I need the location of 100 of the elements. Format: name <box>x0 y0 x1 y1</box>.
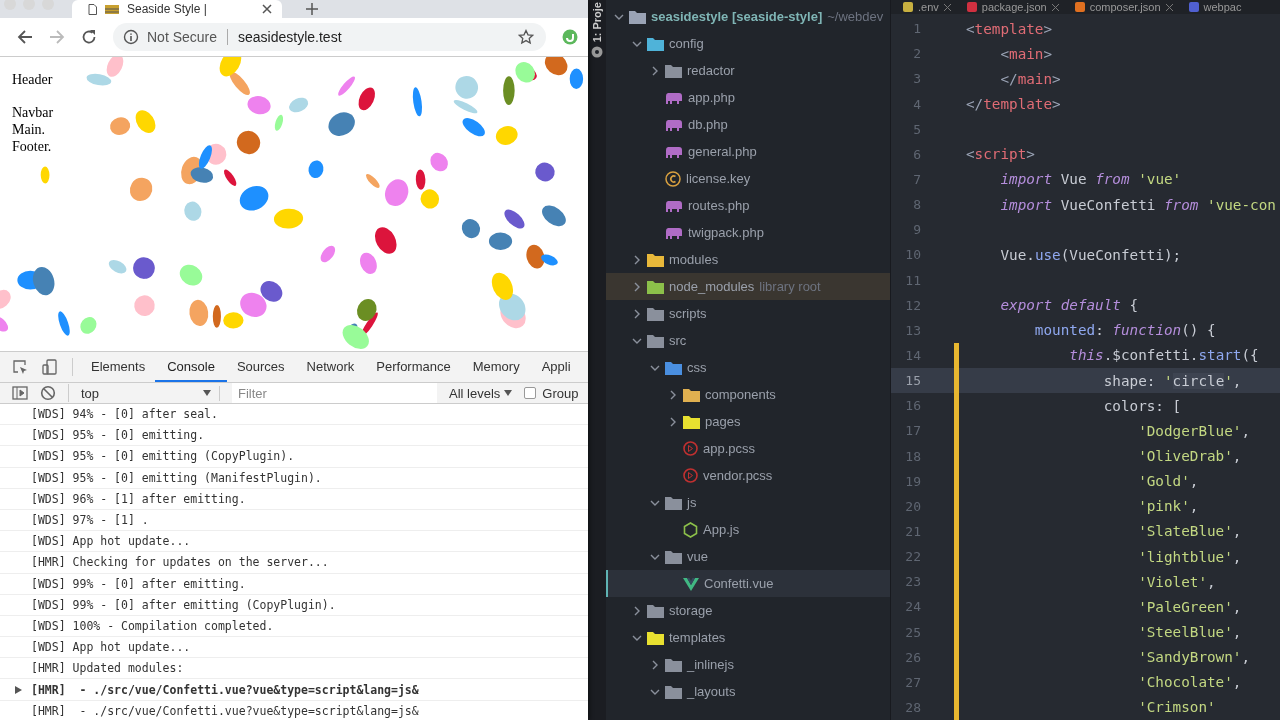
chevron-icon[interactable] <box>668 389 678 400</box>
console-message: [WDS] 97% - [1] . <box>31 513 149 528</box>
project-tool-tab[interactable]: 1: Proje <box>591 2 603 43</box>
reload-icon[interactable] <box>81 29 97 45</box>
group-checkbox[interactable] <box>524 387 537 399</box>
tree-item[interactable]: _inlinejs <box>606 651 890 678</box>
line-number: 26 <box>904 649 921 665</box>
code-line: shape: 'circle', <box>1102 372 1242 389</box>
tree-item[interactable]: modules <box>606 246 890 273</box>
close-icon[interactable] <box>262 4 272 14</box>
tree-item[interactable]: pages <box>606 408 890 435</box>
tree-item[interactable]: js <box>606 489 890 516</box>
chevron-icon[interactable] <box>632 605 642 616</box>
tree-item[interactable]: seasidestyle [seaside-style] ~/webdev <box>606 3 890 30</box>
editor-tab[interactable]: package.json <box>966 1 1059 14</box>
tree-item[interactable]: app.pcss <box>606 435 890 462</box>
code-line: colors: [ <box>1102 397 1182 414</box>
console-message: [HMR] Checking for updates on the server... <box>31 555 329 570</box>
devtools-tab[interactable]: Performance <box>364 352 463 382</box>
tree-item[interactable]: general.php <box>606 138 890 165</box>
chevron-icon[interactable] <box>650 65 660 76</box>
code-line: </template> <box>966 96 1061 113</box>
close-icon[interactable] <box>943 3 951 11</box>
device-icon[interactable] <box>42 359 58 375</box>
close-icon[interactable] <box>1165 3 1173 11</box>
page-text: Navbar <box>12 104 54 121</box>
editor-tab[interactable]: webpac <box>1188 1 1242 14</box>
new-tab-icon[interactable] <box>306 3 318 15</box>
tree-item[interactable]: storage <box>606 597 890 624</box>
tree-item[interactable]: Confetti.vue <box>606 570 890 597</box>
tree-item[interactable]: config <box>606 30 890 57</box>
code-line: 'pink', <box>1137 498 1199 515</box>
levels-select[interactable]: All levels <box>449 385 513 401</box>
code-line: <template> <box>966 20 1053 37</box>
tree-item[interactable]: App.js <box>606 516 890 543</box>
code-line: 'Chocolate', <box>1137 674 1242 691</box>
line-number: 24 <box>904 599 921 615</box>
devtools-tab[interactable]: Elements <box>79 352 158 382</box>
editor-tab[interactable]: .env <box>903 1 951 14</box>
line-number: 27 <box>904 674 921 690</box>
chevron-icon[interactable] <box>632 254 642 265</box>
tree-item[interactable]: scripts <box>606 300 890 327</box>
tree-item[interactable]: routes.php <box>606 192 890 219</box>
chevron-icon[interactable] <box>632 281 642 292</box>
line-number: 9 <box>912 222 921 238</box>
tree-item[interactable]: vendor.pcss <box>606 462 890 489</box>
console-message: [WDS] 96% - [1] after emitting. <box>31 491 246 506</box>
devtools-tab[interactable]: Network <box>294 352 367 382</box>
line-number: 3 <box>912 71 921 87</box>
filter-field[interactable]: Filter <box>232 383 437 403</box>
code-line: Vue.use(VueConfetti); <box>999 246 1182 263</box>
code-line: import Vue from 'vue' <box>999 171 1182 188</box>
elephant-icon <box>665 117 683 132</box>
chevron-icon[interactable] <box>632 308 642 319</box>
tree-item[interactable]: components <box>606 381 890 408</box>
line-number: 13 <box>904 322 921 338</box>
line-number: 6 <box>912 146 921 162</box>
devtools-tab[interactable]: Sources <box>224 352 297 382</box>
sidebar-toggle-icon[interactable] <box>12 385 28 401</box>
elephant-icon <box>665 198 683 213</box>
close-icon[interactable] <box>1051 3 1059 11</box>
line-number: 2 <box>912 46 921 62</box>
chevron-icon[interactable] <box>668 416 678 427</box>
expand-arrow-icon[interactable] <box>15 685 22 694</box>
tree-item[interactable]: app.php <box>606 84 890 111</box>
tree-item[interactable]: templates <box>606 624 890 651</box>
favicon-icon <box>105 4 119 14</box>
devtools-tab[interactable]: Memory <box>460 352 532 382</box>
console-message: [WDS] 94% - [0] after seal. <box>31 407 218 422</box>
tree-item[interactable]: css <box>606 354 890 381</box>
tree-item[interactable]: redactor <box>606 57 890 84</box>
tree-item[interactable]: _layouts <box>606 678 890 705</box>
info-icon[interactable] <box>123 29 139 45</box>
line-number: 1 <box>912 21 921 37</box>
address-bar[interactable]: Not Secure seasidestyle.test <box>113 23 546 51</box>
code-line: 'SlateBlue', <box>1137 523 1242 540</box>
browser-tab[interactable]: Seaside Style | <box>72 0 282 18</box>
tree-item[interactable]: vue <box>606 543 890 570</box>
tree-item[interactable]: license.key <box>606 165 890 192</box>
console-message: [WDS] 99% - [0] after emitting (CopyPlugin). <box>31 597 336 612</box>
tree-item[interactable]: src <box>606 327 890 354</box>
tree-item[interactable]: node_modules library root <box>606 273 890 300</box>
devtools-tab[interactable]: Appli <box>529 352 583 382</box>
console-message: [HMR] - ./src/vue/Confetti.vue?vue&type=script&lang=js& <box>31 703 419 718</box>
console-message: [WDS] App hot update... <box>31 534 191 549</box>
inspect-icon[interactable] <box>12 359 28 375</box>
back-icon[interactable] <box>17 29 33 45</box>
context-select[interactable]: top <box>81 385 220 401</box>
console-message: [WDS] 100% - Compilation completed. <box>31 618 274 633</box>
star-icon[interactable] <box>518 29 534 45</box>
clear-icon[interactable] <box>40 385 56 401</box>
line-number: 5 <box>912 121 921 137</box>
ring-icon <box>683 441 698 456</box>
chevron-icon[interactable] <box>650 659 660 670</box>
code-line: 'OliveDrab', <box>1137 448 1242 464</box>
line-number: 7 <box>912 171 921 187</box>
tree-item[interactable]: db.php <box>606 111 890 138</box>
editor-tab[interactable]: composer.json <box>1074 1 1173 14</box>
tree-item[interactable]: twigpack.php <box>606 219 890 246</box>
v-icon <box>683 576 699 591</box>
